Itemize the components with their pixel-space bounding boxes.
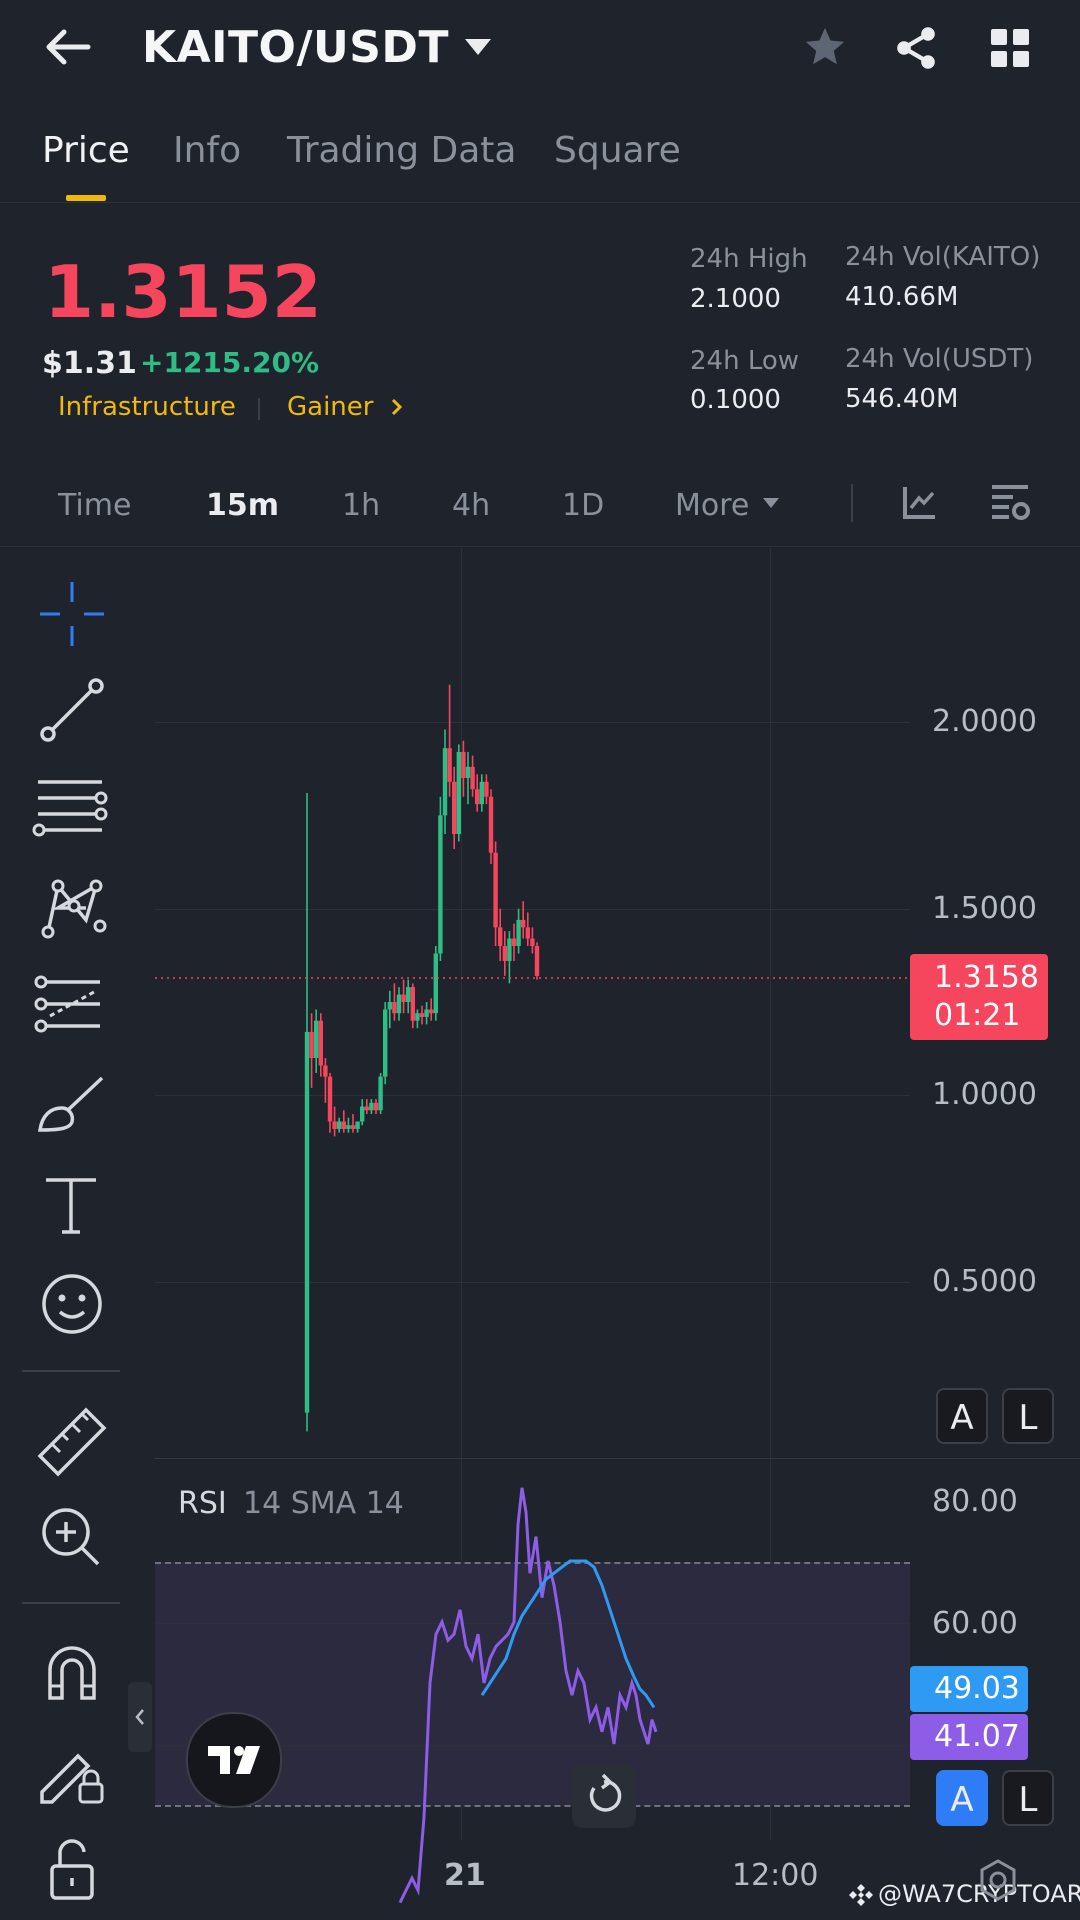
rsi-sma-value: 49.03 bbox=[934, 1671, 1020, 1706]
rsi-tick: 60.00 bbox=[932, 1606, 1018, 1641]
rsi-tick: 80.00 bbox=[932, 1484, 1018, 1519]
time-label: 12:00 bbox=[732, 1858, 819, 1893]
tradingview-icon bbox=[208, 1746, 260, 1774]
rsi-log-scale-button[interactable]: L bbox=[1002, 1770, 1054, 1826]
settings-gear-icon[interactable] bbox=[976, 1858, 1020, 1902]
rsi-value: 41.07 bbox=[934, 1719, 1020, 1754]
rsi-auto-scale-button[interactable]: A bbox=[936, 1770, 988, 1826]
rsi-line bbox=[398, 1487, 658, 1904]
time-label: 21 bbox=[444, 1858, 486, 1893]
rsi-sma-badge: 49.03 bbox=[910, 1666, 1028, 1712]
rotate-ccw-icon bbox=[589, 1773, 622, 1812]
rsi-value-badge: 41.07 bbox=[910, 1714, 1028, 1760]
reset-chart-button[interactable] bbox=[572, 1764, 636, 1828]
rsi-lines bbox=[398, 1487, 658, 1904]
tradingview-logo[interactable] bbox=[186, 1712, 282, 1808]
binance-logo-icon bbox=[848, 1882, 874, 1908]
